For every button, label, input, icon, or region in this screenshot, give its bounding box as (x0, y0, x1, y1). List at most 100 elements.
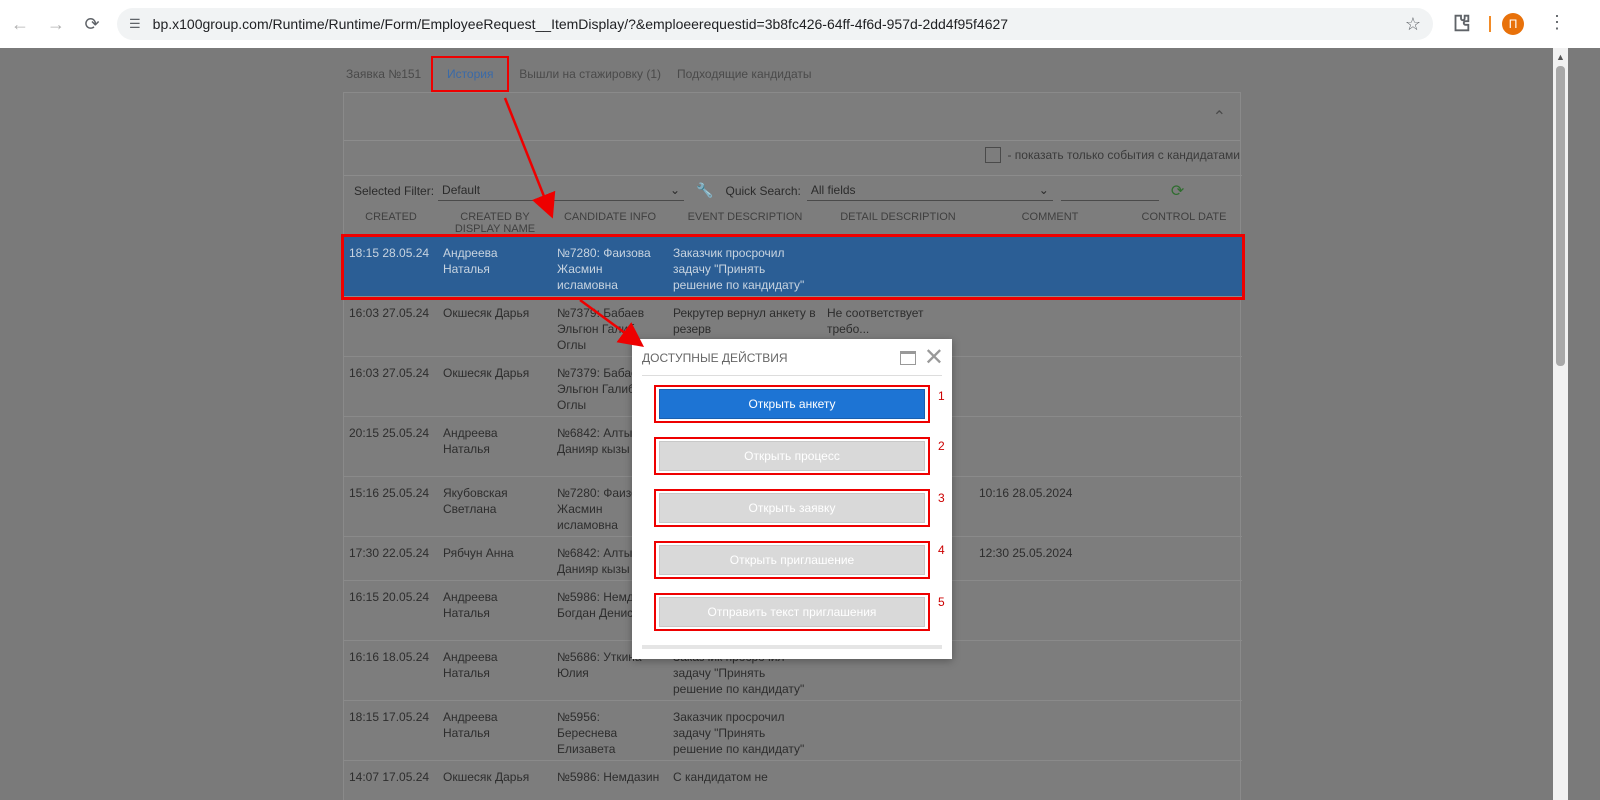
tab-history[interactable]: История (431, 56, 510, 92)
table-cell-created: 16:03 27.05.24 (349, 306, 430, 320)
table-cell-comment: 10:16 28.05.2024 (979, 486, 1073, 500)
column-header[interactable]: DETAIL DESCRIPTION (822, 209, 974, 233)
table-cell-control (1126, 581, 1242, 640)
actions-dialog: ДОСТУПНЫЕ ДЕЙСТВИЯ ✕ Открыть анкету 1 От… (632, 339, 952, 659)
url-text: bp.x100group.com/Runtime/Runtime/Form/Em… (152, 16, 1009, 32)
table-row[interactable]: 18:15 17.05.24 Андреева Наталья №5956: Бер… (344, 701, 1242, 761)
table-cell-comment (974, 761, 1126, 800)
table-cell-created: 18:15 28.05.24 (349, 246, 430, 260)
table-cell-created: 16:15 20.05.24 (349, 590, 430, 604)
candidates-only-filter: - показать только события с кандидатами (985, 147, 1240, 163)
table-cell-control (1126, 701, 1242, 760)
table-cell-comment (974, 417, 1126, 476)
table-cell-control (1126, 641, 1242, 700)
action-frame: Отправить текст приглашения (654, 593, 930, 631)
table-cell-created: 14:07 17.05.24 (349, 770, 430, 784)
send-invitation-text-button[interactable]: Отправить текст приглашения (659, 597, 925, 627)
quick-search-label: Quick Search: (725, 183, 801, 198)
chevron-up-icon[interactable]: ⌃ (1213, 107, 1226, 127)
selected-filter-label: Selected Filter: (354, 183, 435, 198)
table-header: CREATED CREATED BY DISPLAY NAME CANDIDAT… (344, 209, 1242, 235)
candidates-only-checkbox[interactable] (985, 147, 1002, 163)
action-number: 2 (938, 439, 945, 453)
open-invitation-button[interactable]: Открыть приглашение (659, 545, 925, 575)
site-settings-icon[interactable]: ☰ (129, 16, 141, 32)
tab-bar: Заявка №151 История Вышли на стажировку … (340, 56, 821, 92)
refresh-icon[interactable]: ⟳ (1171, 181, 1184, 201)
action-frame: Открыть заявку (654, 489, 930, 527)
table-cell-candidate: №5956: Береснева Елизавета Ивановна (557, 710, 618, 760)
column-header[interactable]: CREATED (344, 209, 438, 233)
open-request-button[interactable]: Открыть заявку (659, 493, 925, 523)
chevron-down-icon: ⌄ (669, 183, 681, 197)
action-frame: Открыть анкету (654, 385, 930, 423)
quick-search-value: All fields (810, 183, 856, 197)
back-arrow-icon[interactable]: ← (2, 6, 38, 42)
table-cell-control (1126, 537, 1242, 580)
reload-icon[interactable]: ⟳ (74, 6, 110, 42)
divider (642, 375, 942, 376)
table-cell-by: Андреева Наталья (443, 650, 498, 680)
table-cell-comment (974, 297, 1126, 356)
action-number: 5 (938, 595, 945, 609)
wrench-icon[interactable]: 🔧 (696, 182, 713, 199)
table-cell-candidate: №5986: Немдазин (557, 770, 660, 784)
table-cell-by: Окшесяк Дарья (443, 366, 530, 380)
column-header[interactable]: COMMENT (974, 209, 1126, 233)
tab-request[interactable]: Заявка №151 (340, 62, 427, 86)
column-header[interactable]: CONTROL DATE (1126, 209, 1242, 233)
action-frame: Открыть приглашение (654, 541, 930, 579)
tab-candidates[interactable]: Подходящие кандидаты (671, 62, 817, 86)
table-cell-event: Заказчик просрочил задачу "Принять решен… (673, 246, 805, 292)
selected-filter-value: Default (442, 183, 481, 197)
profile-avatar[interactable]: П (1502, 13, 1524, 35)
table-cell-control (1126, 297, 1242, 356)
dialog-title: ДОСТУПНЫЕ ДЕЙСТВИЯ (642, 351, 788, 365)
table-cell-by: Андреева Наталья (443, 590, 498, 620)
scroll-up-icon[interactable]: ▲ (1556, 52, 1565, 62)
table-cell-control (1126, 237, 1242, 296)
column-header[interactable]: CANDIDATE INFO (552, 209, 668, 233)
table-row[interactable]: 18:15 28.05.24 Андреева Наталья №7280: Фаи… (341, 234, 1245, 300)
scroll-thumb[interactable] (1556, 66, 1565, 366)
table-cell-comment (974, 641, 1126, 700)
table-cell-event: С кандидатом не (673, 770, 768, 784)
kebab-menu-icon[interactable]: ⋮ (1548, 12, 1566, 33)
table-cell-comment: 12:30 25.05.2024 (979, 546, 1073, 560)
maximize-icon[interactable] (900, 351, 916, 365)
quick-search-select[interactable]: All fields ⌄ (806, 181, 1053, 201)
page-scrollbar[interactable]: ▲ (1553, 48, 1568, 800)
close-icon[interactable]: ✕ (924, 343, 944, 372)
action-number: 4 (938, 543, 945, 557)
separator (1489, 16, 1491, 32)
panel-header: ⌃ (344, 93, 1240, 141)
table-cell-control (1126, 477, 1242, 536)
table-cell-comment (974, 701, 1126, 760)
address-bar[interactable]: ☰ bp.x100group.com/Runtime/Runtime/Form/… (117, 8, 1433, 40)
table-cell-detail (822, 701, 974, 760)
table-cell-created: 16:03 27.05.24 (349, 366, 430, 380)
column-header[interactable]: EVENT DESCRIPTION (668, 209, 822, 233)
quick-search-input[interactable] (1060, 181, 1159, 201)
open-form-button[interactable]: Открыть анкету (659, 389, 925, 419)
table-cell-comment (974, 357, 1126, 416)
table-row[interactable]: 14:07 17.05.24 Окшесяк Дарья №5986: Немдаз… (344, 761, 1242, 800)
table-cell-by: Якубовская Светлана (443, 486, 508, 516)
action-frame: Открыть процесс (654, 437, 930, 475)
filter-bar: Selected Filter: Default ⌄ 🔧 Quick Searc… (344, 175, 1242, 205)
table-cell-by: Окшесяк Дарья (443, 306, 530, 320)
action-number: 1 (938, 389, 945, 403)
bookmark-star-icon[interactable]: ☆ (1405, 14, 1421, 35)
open-process-button[interactable]: Открыть процесс (659, 441, 925, 471)
table-cell-created: 18:15 17.05.24 (349, 710, 430, 724)
selected-filter-select[interactable]: Default ⌄ (438, 181, 685, 201)
forward-arrow-icon[interactable]: → (38, 6, 74, 42)
tab-internship[interactable]: Вышли на стажировку (1) (513, 62, 667, 86)
column-header[interactable]: CREATED BY DISPLAY NAME (438, 209, 552, 235)
table-cell-control (1126, 357, 1242, 416)
table-cell-created: 16:16 18.05.24 (349, 650, 430, 664)
table-cell-created: 15:16 25.05.24 (349, 486, 430, 500)
extensions-icon[interactable] (1450, 12, 1472, 34)
table-cell-comment (974, 237, 1126, 296)
table-cell-candidate: №7280: Фаизова Жасмин исламовна (557, 246, 651, 292)
